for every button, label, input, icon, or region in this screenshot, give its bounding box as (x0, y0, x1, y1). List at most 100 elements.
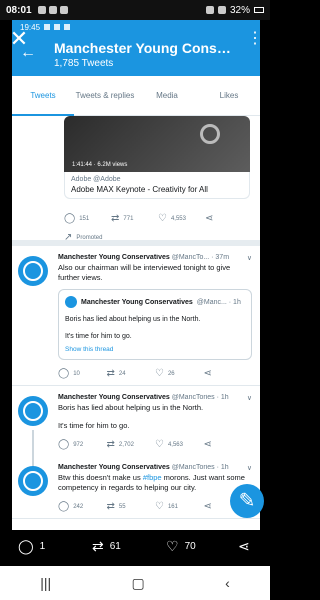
reply-button[interactable]: ◯ 972 (58, 439, 107, 450)
retweet-icon: ⇄ (92, 538, 104, 554)
share-button[interactable]: ⋖ (205, 213, 252, 224)
retweet-icon: ⇄ (106, 501, 115, 512)
share-icon: ⋖ (238, 538, 250, 554)
tweet[interactable]: ∨ Manchester Young Conservatives @MancTo… (12, 456, 260, 519)
tweet-text-1: Boris has lied about helping us in the N… (58, 403, 204, 412)
compose-icon[interactable]: ✎ (230, 484, 264, 518)
profile-header: 19:45 ← Manchester Young Conserv... 1,78… (12, 20, 260, 76)
screenshot-viewer: 19:45 ← Manchester Young Conserv... 1,78… (12, 20, 260, 540)
promoted-tweet[interactable]: 1:41:44 · 6.2M views Adobe @Adobe Adobe … (12, 116, 260, 246)
viewer-like-button[interactable]: ♡ 70 (166, 538, 196, 555)
tweet-count: 1,785 Tweets (54, 58, 114, 69)
retweet-count: 24 (118, 370, 126, 377)
home-icon[interactable]: ▢ (132, 575, 145, 592)
tweet[interactable]: ∨ Manchester Young Conservatives @MancTo… (12, 386, 260, 470)
signal-icon (217, 6, 226, 14)
heart-icon: ♡ (166, 538, 179, 554)
profile-title: Manchester Young Conserv... (54, 40, 232, 56)
tweet-header: Manchester Young Conservatives @MancTori… (58, 464, 252, 471)
retweet-button[interactable]: ⇄ 771 (111, 213, 158, 224)
chevron-down-icon[interactable]: ∨ (247, 254, 252, 262)
quote-author-meta: @Manc... · 1h (196, 298, 241, 306)
link-card[interactable]: Adobe @Adobe Adobe MAX Keynote - Creativ… (64, 172, 250, 199)
avatar-emblem (23, 261, 43, 281)
share-button[interactable]: ⋖ (204, 439, 253, 450)
viewer-retweet-button[interactable]: ⇄ 61 (92, 538, 121, 555)
profile-tabs: Tweets Tweets & replies Media Likes (12, 76, 260, 116)
tab-tweets[interactable]: Tweets (12, 76, 74, 116)
avatar[interactable] (18, 466, 48, 496)
quoted-tweet[interactable]: Manchester Young Conservatives @Manc... … (58, 289, 252, 360)
tweet[interactable]: ∨ Manchester Young Conservatives @MancTo… (12, 246, 260, 386)
video-thumbnail[interactable]: 1:41:44 · 6.2M views (64, 116, 250, 172)
inner-status-icon (64, 24, 71, 30)
author-meta: @MancTories · 1h (171, 394, 229, 401)
like-button[interactable]: ♡ 161 (155, 501, 204, 512)
notification-icon (59, 6, 68, 14)
system-clock: 08:01 (6, 4, 32, 16)
retweet-button[interactable]: ⇄ 24 (107, 368, 156, 379)
chevron-down-icon[interactable]: ∨ (247, 464, 252, 472)
share-icon: ⋖ (203, 368, 212, 379)
tweet-text-pre: Btw this doesn't make us (58, 473, 143, 482)
avatar[interactable] (18, 396, 48, 426)
quote-text-1: Boris has lied about helping us in the N… (65, 316, 201, 323)
viewer-reply-button[interactable]: ◯ 1 (18, 538, 45, 555)
heart-icon: ♡ (155, 368, 164, 379)
system-status-bar: 08:01 32% (0, 0, 270, 20)
retweet-button[interactable]: ⇄ 55 (107, 501, 156, 512)
reply-button[interactable]: ◯ 10 (58, 368, 107, 379)
avatar-emblem (23, 401, 43, 421)
more-vertical-icon[interactable]: ⋮ (242, 22, 268, 56)
avatar[interactable] (18, 256, 48, 286)
chevron-down-icon[interactable]: ∨ (247, 394, 252, 402)
retweet-button[interactable]: ⇄ 2,702 (107, 439, 156, 450)
promoted-text: Promoted (76, 234, 103, 241)
retweet-count: 771 (123, 215, 134, 222)
share-button[interactable]: ⋖ (204, 368, 253, 379)
tweet-actions: ◯ 242 ⇄ 55 ♡ 161 ⋖ (58, 501, 252, 512)
like-button[interactable]: ♡ 4,563 (155, 439, 204, 450)
share-icon: ⋖ (205, 213, 214, 224)
author-meta: @MancTories · 1h (171, 464, 229, 471)
tweet-actions: ◯ 151 ⇄ 771 ♡ 4,553 ⋖ (64, 213, 252, 224)
inner-status-bar: 19:45 (12, 20, 260, 34)
notification-icons (37, 6, 68, 14)
show-thread-link[interactable]: Show this thread (65, 346, 245, 353)
reply-icon: ◯ (58, 368, 70, 379)
retweet-count: 55 (118, 503, 126, 510)
card-source: Adobe @Adobe (71, 176, 121, 183)
tweet-text: Btw this doesn't make us #fbpe morons. J… (58, 473, 252, 493)
like-button[interactable]: ♡ 4,553 (158, 213, 205, 224)
tweet-text: Also our chairman will be interviewed to… (58, 263, 231, 282)
like-count: 4,563 (167, 441, 183, 448)
quote-text-2: It's time for him to go. (65, 333, 132, 340)
like-count: 161 (167, 503, 178, 510)
recent-apps-icon[interactable]: ||| (40, 575, 51, 591)
close-icon[interactable]: ✕ (4, 24, 34, 54)
gauge-image (200, 124, 220, 144)
reply-count: 242 (73, 503, 84, 510)
retweet-icon: ⇄ (106, 439, 115, 450)
share-icon: ⋖ (203, 439, 212, 450)
author-name: Manchester Young Conservatives (58, 464, 170, 471)
retweet-icon: ⇄ (111, 213, 120, 224)
hashtag-link[interactable]: #fbpe (143, 473, 162, 482)
viewer-like-count: 70 (184, 541, 196, 552)
tab-likes[interactable]: Likes (198, 76, 260, 115)
reply-button[interactable]: ◯ 242 (58, 501, 107, 512)
author-name: Manchester Young Conservatives (58, 254, 170, 261)
viewer-action-bar: ◯ 1 ⇄ 61 ♡ 70 ⋖ (0, 530, 270, 566)
like-button[interactable]: ♡ 26 (155, 368, 204, 379)
tweet-text-2: It's time for him to go. (58, 421, 130, 430)
tab-tweets-replies[interactable]: Tweets & replies (74, 76, 136, 115)
tab-media[interactable]: Media (136, 76, 198, 115)
viewer-share-button[interactable]: ⋖ (238, 538, 250, 555)
reply-icon: ◯ (64, 213, 76, 224)
back-icon[interactable]: ‹ (225, 575, 230, 591)
viewer-retweet-count: 61 (109, 541, 121, 552)
promoted-icon: ↗ (64, 232, 73, 243)
reply-button[interactable]: ◯ 151 (64, 213, 111, 224)
like-count: 26 (167, 370, 175, 377)
retweet-icon: ⇄ (106, 368, 115, 379)
